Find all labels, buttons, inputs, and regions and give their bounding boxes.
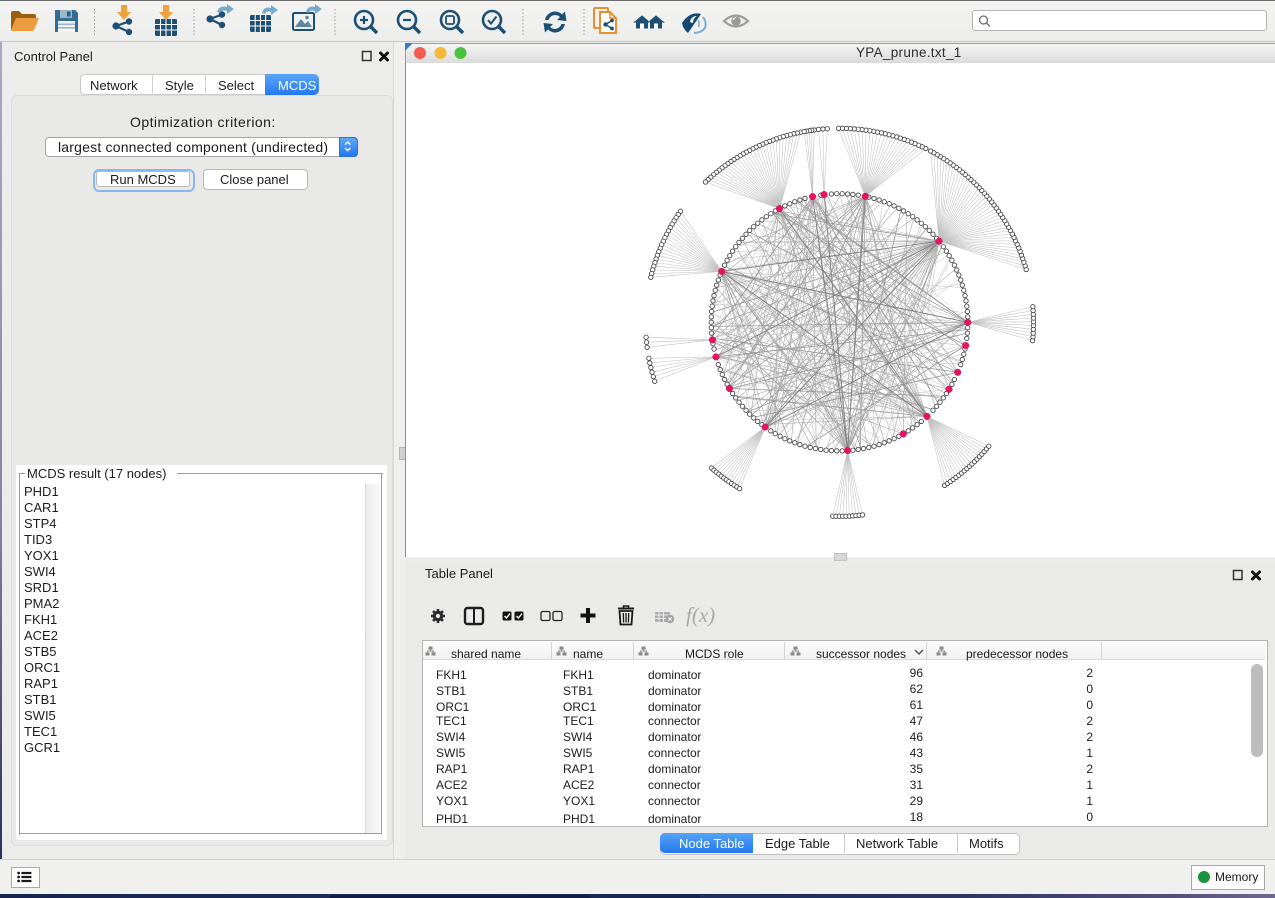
svg-text:f(x): f(x) (686, 603, 715, 627)
